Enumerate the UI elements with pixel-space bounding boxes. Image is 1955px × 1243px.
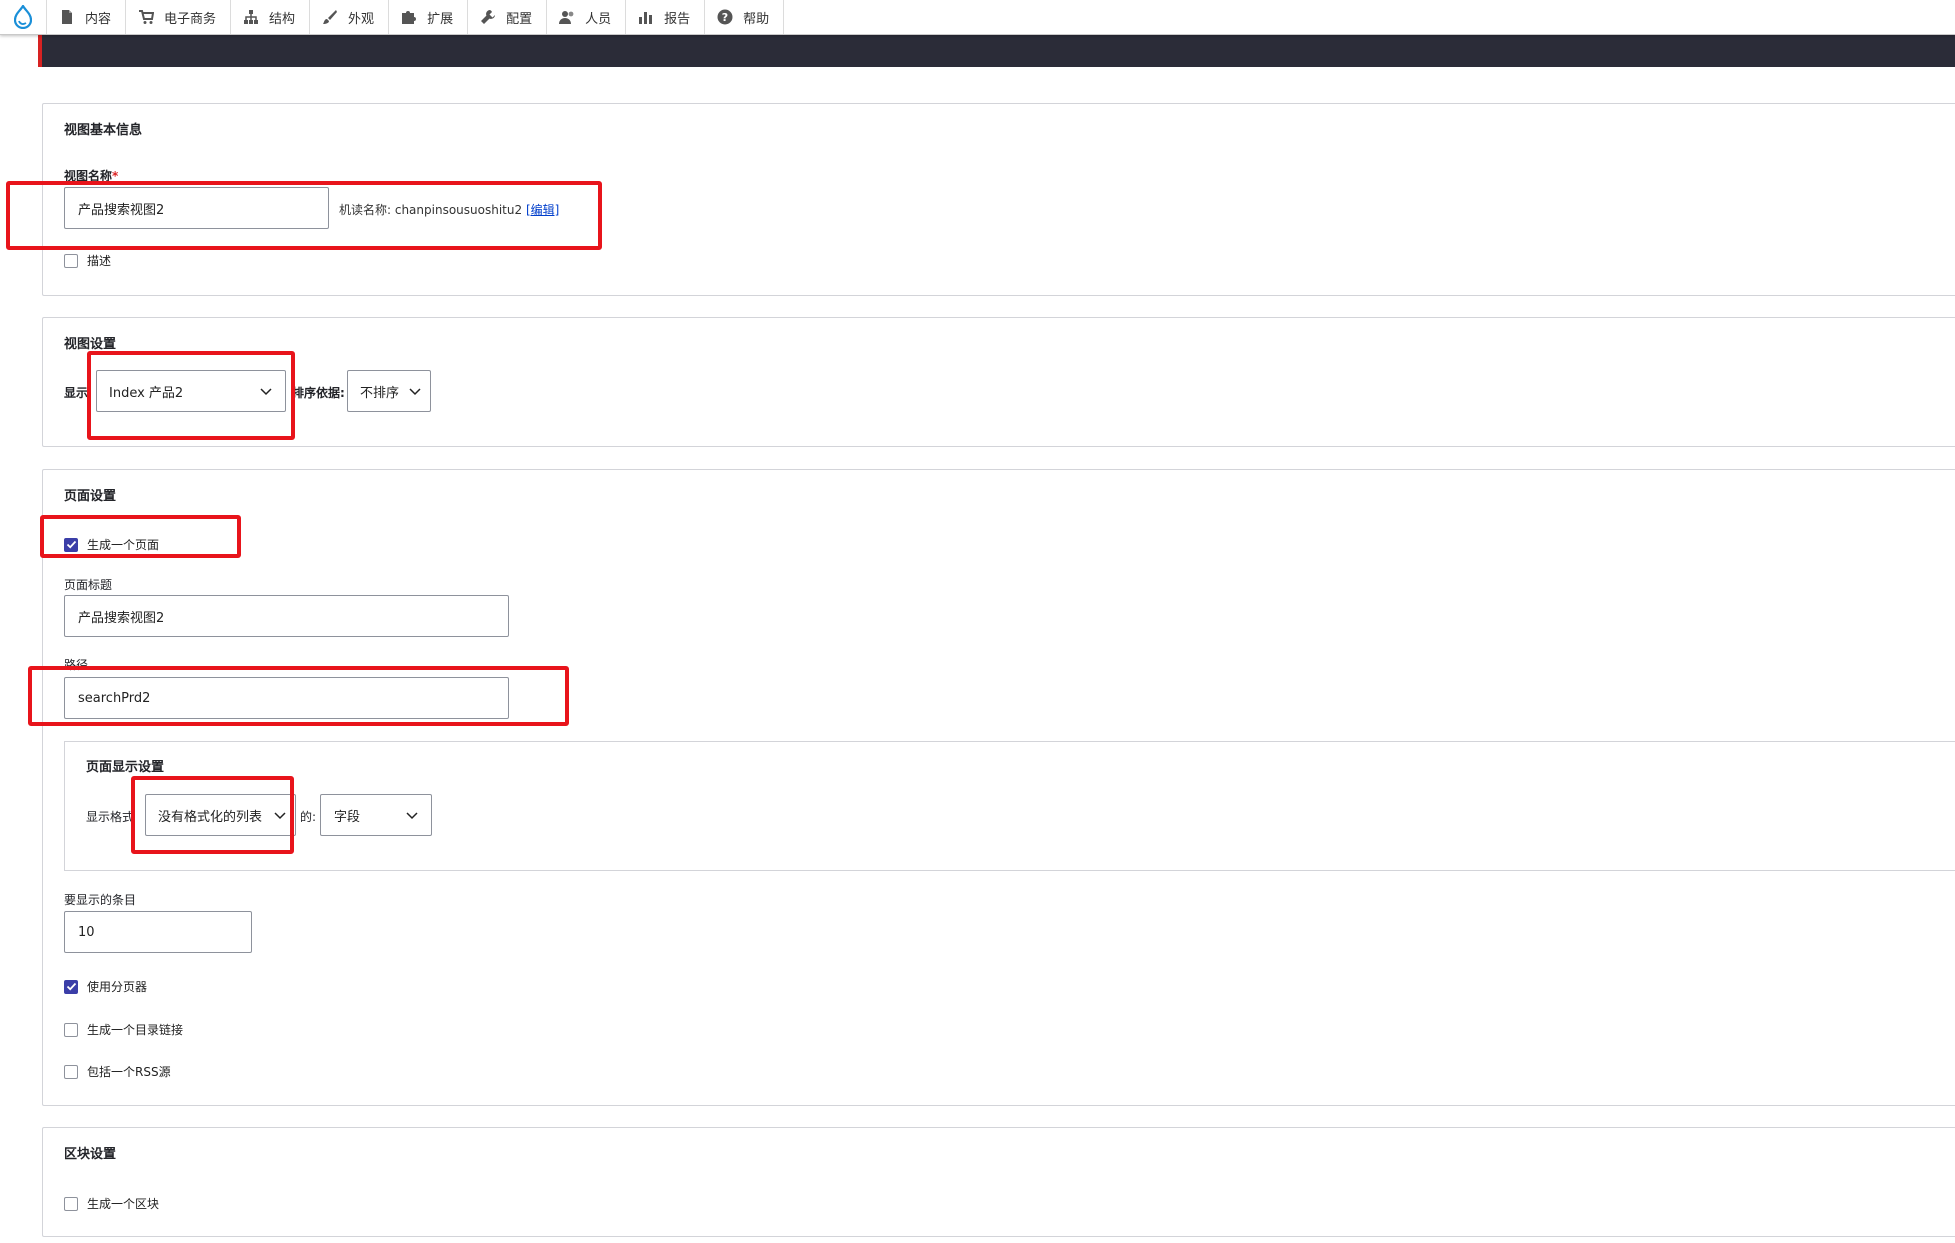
- menu-link-checkbox-row[interactable]: 生成一个目录链接: [64, 1021, 183, 1038]
- sort-select[interactable]: 不排序: [347, 370, 431, 412]
- rss-checkbox[interactable]: [64, 1064, 78, 1079]
- of-label: 的:: [300, 810, 317, 824]
- of-select-value: 字段: [334, 809, 361, 825]
- page-title-input[interactable]: 产品搜索视图2: [64, 595, 509, 637]
- brush-icon: [322, 9, 338, 25]
- description-checkbox-row[interactable]: 描述: [64, 252, 111, 269]
- machine-name: 机读名称: chanpinsousuoshitu2 [编辑]: [339, 203, 560, 217]
- toolbar-item-structure[interactable]: 结构: [231, 0, 311, 34]
- create-block-label: 生成一个区块: [87, 1197, 160, 1211]
- create-block-checkbox-row[interactable]: 生成一个区块: [64, 1195, 159, 1212]
- fieldset-block-settings: 区块设置 生成一个区块: [42, 1127, 1955, 1237]
- check-icon: [66, 540, 76, 549]
- create-page-checkbox-row[interactable]: 生成一个页面: [64, 536, 159, 553]
- check-icon: [66, 982, 76, 991]
- help-icon: ?: [717, 9, 733, 25]
- toolbar-item-label: 人员: [585, 11, 612, 27]
- fieldset-basic-info: 视图基本信息 视图名称* 产品搜索视图2 机读名称: chanpinsousuo…: [42, 103, 1955, 296]
- items-input[interactable]: 10: [64, 911, 252, 953]
- create-page-checkbox[interactable]: [64, 537, 78, 552]
- toolbar-item-label: 结构: [269, 11, 296, 27]
- toolbar-item-label: 帮助: [743, 11, 770, 27]
- format-select[interactable]: 没有格式化的列表: [145, 794, 296, 836]
- wrench-icon: [480, 9, 496, 25]
- format-select-value: 没有格式化的列表: [158, 809, 263, 825]
- fieldset-title: 页面显示设置: [86, 760, 165, 775]
- rss-checkbox-row[interactable]: 包括一个RSS源: [64, 1063, 171, 1080]
- pager-checkbox[interactable]: [64, 979, 78, 994]
- show-select[interactable]: Index 产品2: [96, 370, 286, 412]
- sitemap-icon: [243, 9, 259, 25]
- chevron-down-icon: [409, 388, 421, 396]
- toolbar-item-people[interactable]: 人员: [547, 0, 627, 34]
- machine-name-edit-link[interactable]: [编辑]: [526, 203, 559, 217]
- path-input[interactable]: searchPrd2: [64, 677, 509, 719]
- bar-chart-icon: [638, 9, 654, 25]
- cart-icon: [138, 9, 155, 25]
- people-icon: [559, 9, 575, 25]
- chevron-down-icon: [406, 812, 418, 820]
- view-name-input[interactable]: 产品搜索视图2: [64, 187, 329, 229]
- toolbar-item-label: 报告: [664, 11, 691, 27]
- toolbar-item-commerce[interactable]: 电子商务: [126, 0, 232, 34]
- toolbar-item-config[interactable]: 配置: [468, 0, 548, 34]
- of-select[interactable]: 字段: [320, 794, 432, 836]
- sort-label: 排序依据:: [292, 386, 345, 400]
- create-block-checkbox[interactable]: [64, 1196, 78, 1211]
- toolbar-item-label: 扩展: [427, 11, 454, 27]
- puzzle-icon: [401, 9, 417, 25]
- menu-link-checkbox[interactable]: [64, 1022, 78, 1037]
- fieldset-page-settings: 页面设置 生成一个页面 页面标题 产品搜索视图2 路径 searchPrd2 页…: [42, 469, 1955, 1106]
- page-title-label: 页面标题: [64, 578, 113, 592]
- fieldset-page-display: 页面显示设置 显示格式 没有格式化的列表 的: 字段: [64, 741, 1955, 871]
- toolbar-item-appearance[interactable]: 外观: [310, 0, 390, 34]
- toolbar-item-help[interactable]: ? 帮助: [705, 0, 785, 34]
- message-bar: [38, 34, 1955, 67]
- chevron-down-icon: [260, 388, 272, 396]
- toolbar-item-reports[interactable]: 报告: [626, 0, 706, 34]
- pager-checkbox-row[interactable]: 使用分页器: [64, 978, 147, 995]
- svg-text:?: ?: [722, 11, 728, 24]
- fieldset-title: 视图设置: [64, 337, 117, 352]
- items-label: 要显示的条目: [64, 893, 137, 907]
- fieldset-title: 页面设置: [64, 489, 117, 504]
- chevron-down-icon: [274, 812, 286, 820]
- toolbar-item-label: 内容: [85, 11, 112, 27]
- fieldset-view-settings: 视图设置 显示 Index 产品2 排序依据: 不排序: [42, 317, 1955, 447]
- view-name-label: 视图名称*: [64, 169, 119, 183]
- toolbar-item-label: 电子商务: [164, 11, 217, 27]
- file-icon: [59, 9, 75, 25]
- fieldset-title: 区块设置: [64, 1147, 117, 1162]
- create-page-label: 生成一个页面: [87, 538, 160, 552]
- drupal-drop-icon[interactable]: [0, 0, 47, 34]
- toolbar-item-content[interactable]: 内容: [47, 0, 127, 34]
- description-label: 描述: [87, 254, 112, 268]
- toolbar-item-label: 配置: [506, 11, 533, 27]
- show-label: 显示: [64, 386, 89, 400]
- show-select-value: Index 产品2: [109, 385, 184, 401]
- format-label: 显示格式: [86, 810, 135, 824]
- rss-label: 包括一个RSS源: [87, 1065, 171, 1079]
- sort-select-value: 不排序: [360, 385, 400, 401]
- path-label: 路径: [64, 658, 89, 672]
- admin-toolbar: 内容 电子商务 结构 外观 扩展 配置 人员 报告 ? 帮助: [0, 0, 1955, 35]
- fieldset-title: 视图基本信息: [64, 123, 143, 138]
- toolbar-item-extend[interactable]: 扩展: [389, 0, 469, 34]
- menu-link-label: 生成一个目录链接: [87, 1023, 184, 1037]
- pager-label: 使用分页器: [87, 980, 148, 994]
- toolbar-item-label: 外观: [348, 11, 375, 27]
- required-mark: *: [112, 169, 119, 183]
- description-checkbox[interactable]: [64, 253, 78, 268]
